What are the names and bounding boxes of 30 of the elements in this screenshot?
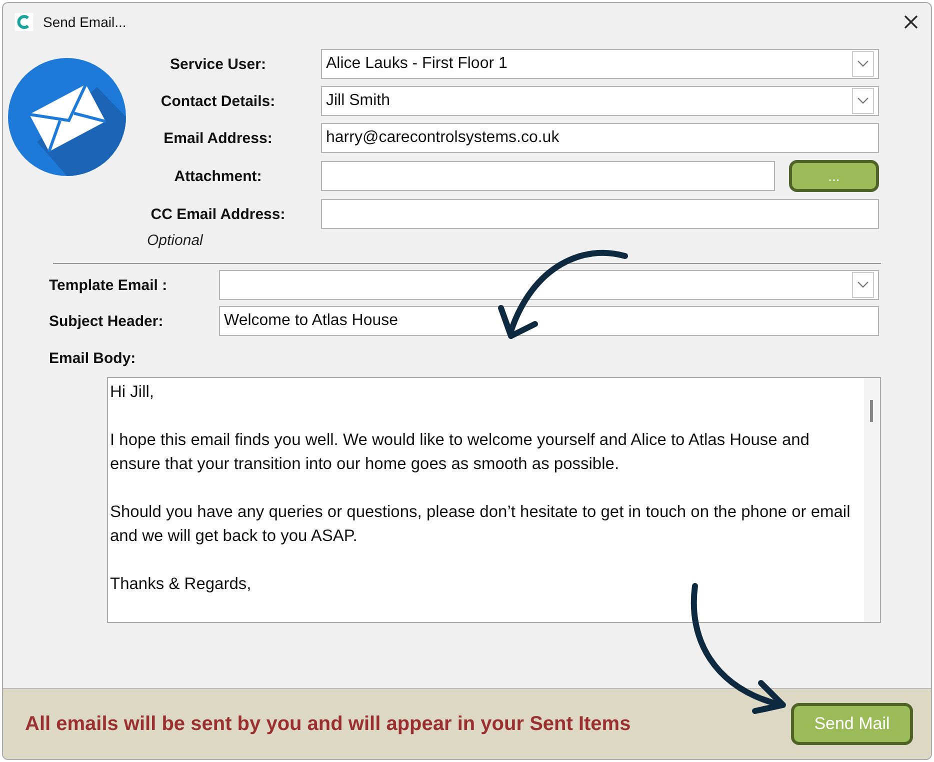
notice-text: All emails will be sent by you and will appear in your Sent Items [25,712,631,736]
caret-icon [857,60,869,68]
field-label: Email Body: [49,350,137,367]
body-paragraph: Hi Jill, [110,382,155,403]
app-logo-icon [15,13,33,31]
field-label: Attachment: [173,168,263,184]
input-field[interactable] [321,161,775,191]
field-label: CC Email Address: [150,206,286,222]
dropdown-field[interactable] [219,270,879,300]
field-label: Template Email : [49,276,168,294]
caret-icon [857,97,869,105]
field-label: Email Address: [162,130,274,146]
scrollbar-thumb[interactable] [870,400,873,422]
body-paragraph: Should you have any queries or questions, please don’t hesitate to get in touch on the phone or email and we will get back to you ASAP. [110,502,852,547]
field-label: Subject Header: [49,312,164,330]
optional-hint: Optional [146,232,204,249]
body-paragraph: Thanks & Regards, [110,574,252,595]
body-paragraph: I hope this email finds you well. We would like to welcome yourself and Alice to Atlas House and ensure that your transition into our home goes as smooth as possible. [110,430,810,475]
close-icon [903,14,919,30]
envelope-icon [7,57,127,177]
field-label: Contact Details: [160,92,276,110]
input-field[interactable]: Welcome to Atlas House [219,306,879,336]
caret-icon [857,281,869,289]
field-label: Service User: [169,56,267,72]
window-title: Send Email... [43,14,128,30]
input-field[interactable]: harry@carecontrolsystems.co.uk [321,123,879,153]
dropdown-field[interactable]: Alice Lauks - First Floor 1 [321,49,879,79]
input-field[interactable] [321,199,879,229]
dropdown-field[interactable]: Jill Smith [321,86,879,116]
email-body-field[interactable] [107,377,881,623]
